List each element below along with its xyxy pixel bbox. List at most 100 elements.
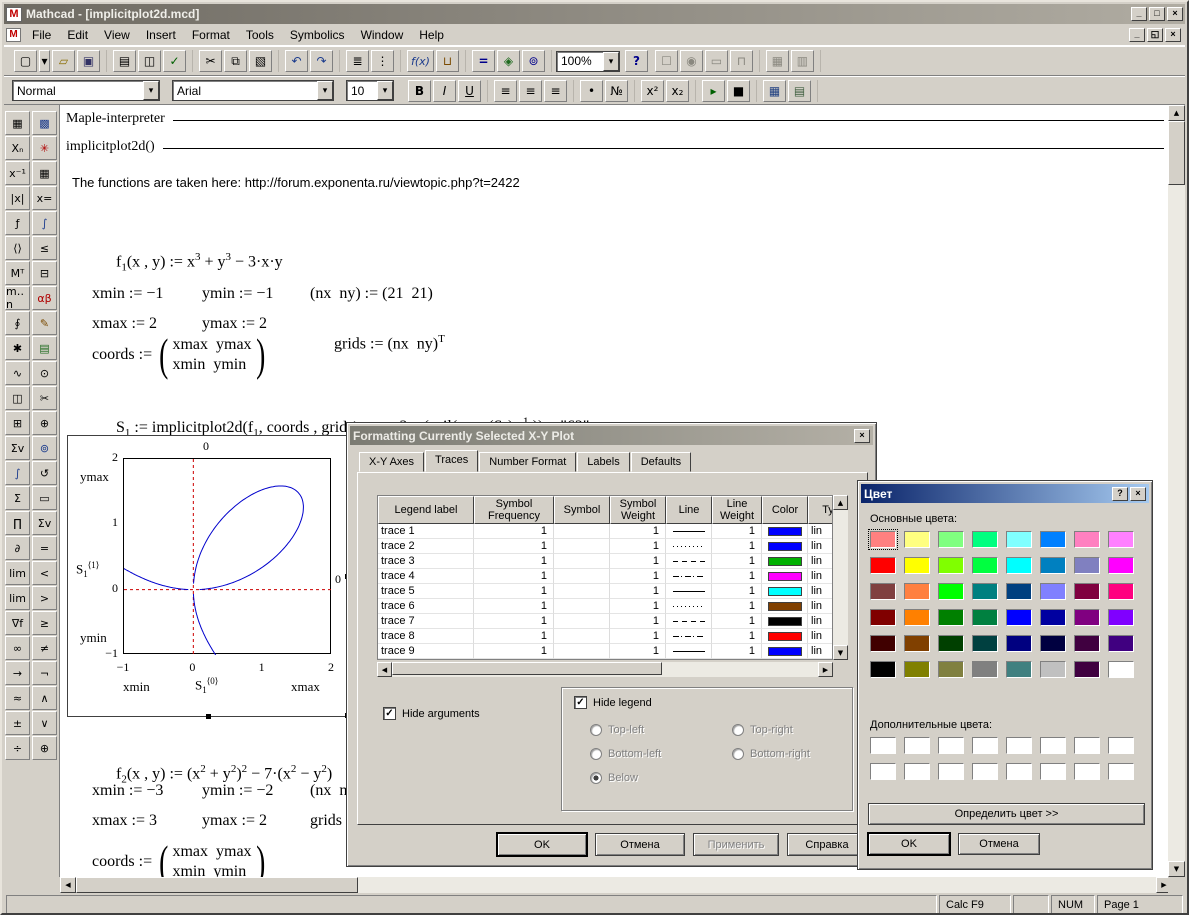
dialog-close-button[interactable]: ×	[854, 429, 870, 443]
superscript-button[interactable]: x²	[641, 80, 664, 102]
waveform-icon[interactable]: ∿	[5, 361, 30, 385]
table-row[interactable]: trace 5111lin	[378, 584, 833, 599]
color-swatch[interactable]	[1074, 531, 1100, 548]
font-size-dropdown-arrow[interactable]: ▾	[377, 81, 393, 100]
or-icon[interactable]: ∨	[32, 711, 57, 735]
greater-than-icon[interactable]: >	[32, 586, 57, 610]
ymin2-region[interactable]: ymin := −2	[202, 782, 273, 800]
insert-table-button[interactable]: ▦	[763, 80, 786, 102]
coords2-matrix-region[interactable]: coords := ( xmax ymax xmin ymin )	[92, 840, 268, 877]
calculate-button[interactable]: =	[472, 50, 495, 72]
align-center-button[interactable]: ≡	[519, 80, 542, 102]
color-swatch[interactable]	[972, 583, 998, 600]
table-row[interactable]: trace 7111lin	[378, 614, 833, 629]
custom-color-swatch[interactable]	[1040, 763, 1066, 780]
color-swatch[interactable]	[1040, 609, 1066, 626]
divide-icon[interactable]: ÷	[5, 736, 30, 760]
annotate-icon[interactable]: ✎	[32, 311, 57, 335]
color-swatch[interactable]	[1108, 661, 1134, 678]
color-swatch[interactable]	[904, 661, 930, 678]
open-button[interactable]: ▱	[52, 50, 75, 72]
color-swatch[interactable]	[870, 557, 896, 574]
define-custom-color-button[interactable]: Определить цвет >>	[868, 803, 1145, 825]
symbolic-evaluation-icon[interactable]: ✱	[5, 336, 30, 360]
color-dialog-help-button[interactable]: ?	[1112, 487, 1128, 501]
zoom-select[interactable]: 100% ▾	[556, 51, 620, 72]
less-than-icon[interactable]: <	[32, 561, 57, 585]
ok-button[interactable]: OK	[497, 833, 587, 856]
equals-icon[interactable]: =	[32, 536, 57, 560]
style-select[interactable]: Normal ▾	[12, 80, 160, 101]
tab-defaults[interactable]: Defaults	[631, 452, 691, 472]
color-swatch[interactable]	[938, 609, 964, 626]
apply-button[interactable]: Применить	[693, 833, 779, 856]
ymax2-region[interactable]: ymax := 2	[202, 812, 267, 830]
menu-edit[interactable]: Edit	[59, 26, 96, 44]
tab-number-format[interactable]: Number Format	[479, 452, 576, 472]
color-swatch[interactable]	[1074, 635, 1100, 652]
stop-button[interactable]: ■	[727, 80, 750, 102]
table-row[interactable]: trace 2111lin	[378, 539, 833, 554]
slider-control-icon[interactable]: ⊓	[730, 50, 753, 72]
custom-color-swatch[interactable]	[1074, 737, 1100, 754]
pushbutton-control-icon[interactable]: ▭	[705, 50, 728, 72]
horizontal-scroll-track[interactable]	[358, 877, 1156, 893]
save-button[interactable]: ▣	[77, 50, 100, 72]
cut-button[interactable]: ✂	[199, 50, 222, 72]
limit-icon[interactable]: lim	[5, 561, 30, 585]
vertical-scroll-track[interactable]	[1168, 185, 1185, 861]
color-swatch[interactable]	[1108, 583, 1134, 600]
output-table-icon[interactable]: ▥	[791, 50, 814, 72]
evaluation-palette-icon[interactable]: x=	[32, 186, 57, 210]
redo-button[interactable]: ↷	[310, 50, 333, 72]
zoom-icon[interactable]: ⊙	[32, 361, 57, 385]
paste-button[interactable]: ▧	[249, 50, 272, 72]
plot-resize-handle-bottom[interactable]	[206, 714, 211, 719]
color-swatch[interactable]	[904, 557, 930, 574]
derivative-icon[interactable]: ∂	[5, 536, 30, 560]
table-scroll-down-button[interactable]: ▼	[833, 645, 848, 660]
contour-integral-icon[interactable]: ∮	[5, 311, 30, 335]
vertical-scroll-thumb[interactable]	[1168, 121, 1185, 185]
color-swatch[interactable]	[1006, 531, 1032, 548]
vectorize-icon[interactable]: Σv	[32, 511, 57, 535]
tab-traces[interactable]: Traces	[425, 450, 478, 472]
radio-control-icon[interactable]: ◉	[680, 50, 703, 72]
menu-window[interactable]: Window	[353, 26, 412, 44]
two-column-icon[interactable]: ◫	[5, 386, 30, 410]
run-button[interactable]: ▸	[702, 80, 725, 102]
color-swatch[interactable]	[904, 531, 930, 548]
mdi-restore-button[interactable]: ◱	[1147, 28, 1163, 42]
undo-button[interactable]: ↶	[285, 50, 308, 72]
print-button[interactable]: ▤	[113, 50, 136, 72]
calculus-palette-icon[interactable]: ∫	[32, 211, 57, 235]
menu-symbolics[interactable]: Symbolics	[282, 26, 353, 44]
custom-color-swatch[interactable]	[870, 763, 896, 780]
color-swatch[interactable]	[1108, 635, 1134, 652]
document-icon[interactable]: M	[6, 28, 21, 42]
mdi-minimize-button[interactable]: _	[1129, 28, 1145, 42]
custom-color-swatch[interactable]	[1108, 763, 1134, 780]
greek-palette-icon[interactable]: αβ	[32, 286, 57, 310]
color-swatch[interactable]	[972, 661, 998, 678]
color-cancel-button[interactable]: Отмена	[958, 833, 1040, 855]
summation-icon[interactable]: Σ	[5, 486, 30, 510]
color-dialog-close-button[interactable]: ×	[1130, 487, 1146, 501]
table-horizontal-track[interactable]	[662, 662, 818, 677]
color-swatch[interactable]	[1006, 557, 1032, 574]
color-swatch[interactable]	[904, 635, 930, 652]
align-right-button[interactable]: ≡	[544, 80, 567, 102]
custom-color-swatch[interactable]	[1040, 737, 1066, 754]
color-swatch[interactable]	[1006, 635, 1032, 652]
integral-icon[interactable]: ∫	[5, 461, 30, 485]
spell-check-button[interactable]: ✓	[163, 50, 186, 72]
function-icon[interactable]: ƒ	[5, 211, 30, 235]
transpose-icon[interactable]: Mᵀ	[5, 261, 30, 285]
maximize-button[interactable]: □	[1149, 7, 1165, 21]
insert-component-button[interactable]: ◈	[497, 50, 520, 72]
table-scroll-right-button[interactable]: ▶	[818, 662, 833, 677]
grids-region[interactable]: grids := (nx ny)T	[310, 315, 445, 371]
new-document-button[interactable]: ▢	[14, 50, 37, 72]
color-swatch[interactable]	[870, 583, 896, 600]
bold-button[interactable]: B	[408, 80, 431, 102]
